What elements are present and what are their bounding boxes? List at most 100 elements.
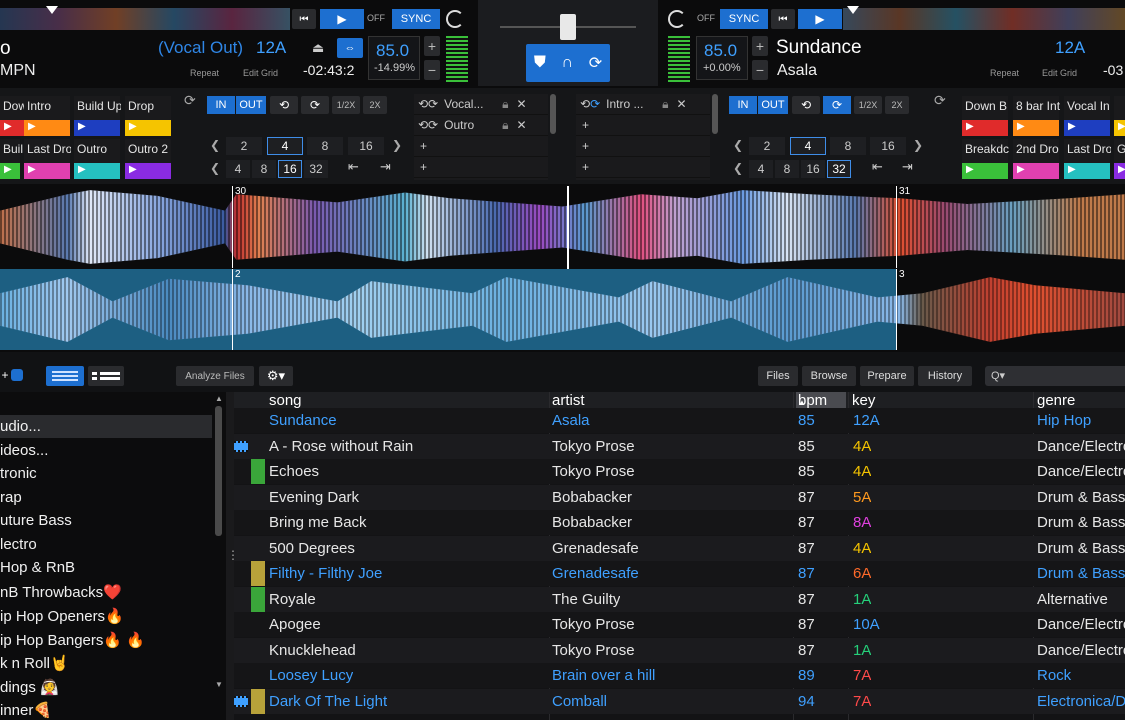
crossfader-handle[interactable] <box>560 14 576 40</box>
right-pitch-up[interactable]: + <box>752 36 768 56</box>
search-input[interactable]: Q▾ <box>985 366 1125 386</box>
add-loop-slot[interactable]: + <box>576 157 710 178</box>
sidebar-item-electronic[interactable]: tronic <box>0 462 212 485</box>
sync-arrows-icon[interactable]: ⟳ <box>589 53 602 73</box>
left-beatjump-4[interactable]: 4 <box>226 160 250 178</box>
right-loop-size-16[interactable]: 16 <box>870 137 906 155</box>
lock-icon[interactable]: 🔒︎ <box>502 118 508 133</box>
right-pitch-down[interactable]: − <box>752 60 768 80</box>
table-row[interactable]: 500 Degrees Grenadesafe 87 4A Drum & Bass <box>234 535 1125 561</box>
right-repeat-label[interactable]: Repeat <box>990 68 1019 78</box>
column-artist[interactable]: artist <box>552 392 585 409</box>
right-loop-in[interactable]: IN <box>729 96 757 114</box>
tab-browse[interactable]: Browse <box>802 366 856 386</box>
right-cue-pad-3[interactable]: Vocal In <box>1064 96 1110 136</box>
left-pitch-up[interactable]: + <box>424 36 440 56</box>
right-play-button[interactable]: ▶ <box>798 9 842 29</box>
left-play-button[interactable]: ▶ <box>320 9 364 29</box>
right-loop-out[interactable]: OUT <box>758 96 788 114</box>
left-eject-icon[interactable]: ⏏ <box>312 40 324 56</box>
table-row[interactable]: Royale The Guilty 87 1A Alternative <box>234 586 1125 612</box>
analyze-files-button[interactable]: Analyze Files <box>176 366 254 386</box>
add-loop-slot[interactable]: + <box>576 115 710 136</box>
sidebar-item-rock-n-roll[interactable]: k n Roll🤘 <box>0 651 212 674</box>
table-row[interactable]: A - Rose without Rain Tokyo Prose 85 4A Danc… <box>234 433 1125 459</box>
left-deck-waveform[interactable] <box>0 190 1125 264</box>
add-playlist-icon[interactable]: + <box>0 366 24 384</box>
table-row[interactable]: Evening Dark Bobabacker 87 5A Drum & Bass <box>234 484 1125 510</box>
table-row[interactable]: Dark Of The Light Comball 94 7A Electronica/… <box>234 688 1125 714</box>
left-beatjump-prev[interactable]: ❮ <box>210 161 220 175</box>
add-loop-slot[interactable]: + <box>576 136 710 157</box>
sidebar-item-hip-hop-bangers[interactable]: ip Hop Bangers🔥 🔥 <box>0 628 212 651</box>
table-row[interactable]: Bring me Back Bobabacker 87 8A Drum & Bass <box>234 510 1125 535</box>
left-beatjump-8[interactable]: 8 <box>252 160 276 178</box>
left-cue-pad-7[interactable]: Outro <box>74 139 120 179</box>
left-cue-pad-2[interactable]: Intro <box>24 96 70 136</box>
right-loop-size-2[interactable]: 2 <box>749 137 785 155</box>
sidebar-item-trap[interactable]: rap <box>0 486 212 509</box>
right-cue-sync-icon[interactable]: ⟳ <box>934 92 946 109</box>
left-overview-waveform[interactable] <box>0 8 290 30</box>
right-sync-button[interactable]: SYNC <box>720 9 768 29</box>
table-row[interactable]: Sundance Asala 85 12A Hip Hop <box>234 408 1125 433</box>
right-cue-pad-7[interactable]: Last Dro <box>1064 139 1111 179</box>
left-sync-button[interactable]: SYNC <box>392 9 440 29</box>
left-pitch-down[interactable]: − <box>424 60 440 80</box>
close-icon[interactable]: ✕ <box>517 118 527 132</box>
sidebar-item-audio[interactable]: udio... <box>0 415 212 438</box>
left-cue-button[interactable]: ⏮ <box>292 9 316 29</box>
left-beatjump-fwd-icon[interactable]: ⇥ <box>380 159 391 175</box>
grid-view-button[interactable] <box>46 366 84 386</box>
right-cue-pad-5[interactable]: Breakdc <box>962 139 1009 179</box>
sidebar-item-dinner[interactable]: inner🍕 <box>0 698 212 720</box>
left-repeat-label[interactable]: Repeat <box>190 68 219 78</box>
right-loop-half[interactable]: 1/2X <box>854 96 882 114</box>
add-loop-slot[interactable]: + <box>414 136 548 157</box>
lock-icon[interactable]: 🔒︎ <box>662 97 668 112</box>
list-view-button[interactable] <box>88 366 124 386</box>
lock-icon[interactable]: 🔒︎ <box>502 97 508 112</box>
left-loop-size-2[interactable]: 2 <box>226 137 262 155</box>
plus-icon[interactable]: + <box>582 139 589 153</box>
left-cue-pad-5[interactable]: Buil <box>0 139 23 179</box>
sidebar-item-hip-hop-openers[interactable]: ip Hop Openers🔥 <box>0 604 212 627</box>
column-key[interactable]: key <box>852 392 875 409</box>
left-sync-off-button[interactable]: OFF <box>367 13 385 23</box>
table-row[interactable]: Filthy - Filthy Joe Grenadesafe 87 6A Drum &… <box>234 561 1125 586</box>
right-jog-icon[interactable] <box>668 10 686 28</box>
left-cue-pad-3[interactable]: Build Up <box>74 96 121 136</box>
column-bpm[interactable]: bpm ▲ <box>796 392 846 409</box>
shield-icon[interactable]: ⛊ <box>534 54 546 72</box>
sidebar-item-future-bass[interactable]: uture Bass <box>0 509 212 532</box>
left-beatjump-32[interactable]: 32 <box>304 160 328 178</box>
add-loop-slot[interactable]: + <box>414 157 548 178</box>
left-edit-grid-label[interactable]: Edit Grid <box>243 68 278 78</box>
right-overview-waveform[interactable] <box>843 8 1125 30</box>
right-cue-pad-1[interactable]: Down B <box>962 96 1008 136</box>
saved-loop-item[interactable]: ⟲⟳ Vocal... 🔒︎ ✕ <box>414 94 548 115</box>
left-link-icon[interactable]: ⇔ <box>337 38 363 58</box>
right-loop-toggle-icon[interactable]: ⟳ <box>823 96 851 114</box>
sidebar-item-hip-hop-rnb[interactable]: Hop & RnB <box>0 556 212 579</box>
left-loop-next[interactable]: ❯ <box>392 138 402 152</box>
tab-files[interactable]: Files <box>758 366 798 386</box>
close-icon[interactable]: ✕ <box>517 97 527 111</box>
right-loop-prev[interactable]: ❮ <box>733 138 743 152</box>
right-loop-double[interactable]: 2X <box>885 96 909 114</box>
right-beatjump-32[interactable]: 32 <box>827 160 851 178</box>
sidebar-item-videos[interactable]: ideos... <box>0 439 212 462</box>
sidebar-item-weddings[interactable]: dings 👰 <box>0 675 212 698</box>
left-cue-pad-8[interactable]: Outro 2 <box>125 139 171 179</box>
tab-prepare[interactable]: Prepare <box>860 366 914 386</box>
left-loop-size-16[interactable]: 16 <box>348 137 384 155</box>
right-loops-scrollbar[interactable] <box>712 94 718 134</box>
saved-loop-item[interactable]: ⟲⟳ Outro 🔒︎ ✕ <box>414 115 548 136</box>
right-edit-grid-label[interactable]: Edit Grid <box>1042 68 1077 78</box>
left-beatjump-16[interactable]: 16 <box>278 160 302 178</box>
settings-gear-icon[interactable]: ⚙▾ <box>259 366 293 386</box>
table-row[interactable]: Apogee Tokyo Prose 87 10A Dance/Electro <box>234 612 1125 637</box>
sidebar-item-rnb-throwbacks[interactable]: nB Throwbacks❤️ <box>0 580 212 603</box>
right-loop-next[interactable]: ❯ <box>913 138 923 152</box>
left-loop-in[interactable]: IN <box>207 96 235 114</box>
